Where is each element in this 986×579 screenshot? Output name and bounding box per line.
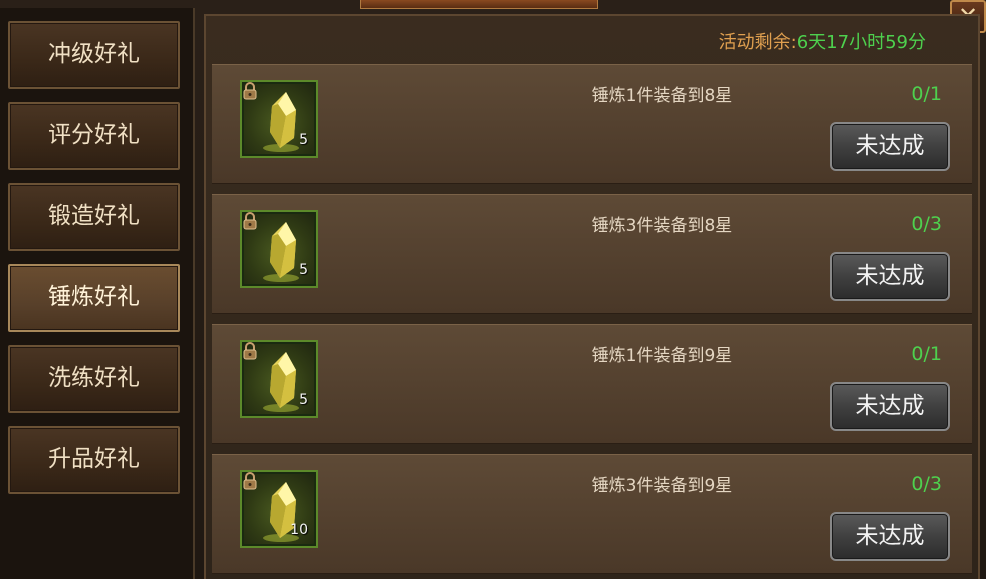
task-title: 锤炼3件装备到9星 [591, 476, 733, 496]
task-title: 锤炼1件装备到9星 [591, 346, 733, 366]
task-row: 5 锤炼1件装备到9星 0/1 未达成 [212, 324, 972, 444]
tab-forge-gift[interactable]: 锻造好礼 [8, 183, 180, 251]
task-title: 锤炼1件装备到8星 [591, 86, 733, 106]
task-progress: 0/1 [911, 343, 942, 365]
reward-count: 5 [299, 392, 308, 408]
activity-timer: 活动剩余:6天17小时59分 [719, 28, 926, 54]
tab-level-gift[interactable]: 冲级好礼 [8, 21, 180, 89]
status-button[interactable]: 未达成 [830, 512, 950, 561]
task-progress: 0/1 [911, 83, 942, 105]
panel-frame: ✕ 冲级好礼 评分好礼 锻造好礼 锤炼好礼 洗练好礼 升品好礼 活动剩余:6天1… [0, 0, 986, 579]
sidebar: 冲级好礼 评分好礼 锻造好礼 锤炼好礼 洗练好礼 升品好礼 [0, 8, 195, 579]
lock-icon [243, 342, 257, 360]
reward-slot[interactable]: 5 [240, 80, 318, 158]
tab-score-gift[interactable]: 评分好礼 [8, 102, 180, 170]
timer-label: 活动剩余: [718, 32, 797, 53]
reward-count: 5 [299, 132, 308, 148]
task-progress: 0/3 [911, 213, 942, 235]
reward-slot[interactable]: 5 [240, 210, 318, 288]
lock-icon [243, 82, 257, 100]
reward-count: 10 [290, 522, 308, 538]
task-row: 10 锤炼3件装备到9星 0/3 未达成 [212, 454, 972, 574]
status-button[interactable]: 未达成 [830, 382, 950, 431]
tab-refine-gift[interactable]: 洗练好礼 [8, 345, 180, 413]
reward-slot[interactable]: 10 [240, 470, 318, 548]
status-button[interactable]: 未达成 [830, 122, 950, 171]
reward-count: 5 [299, 262, 308, 278]
task-row: 5 锤炼1件装备到8星 0/1 未达成 [212, 64, 972, 184]
lock-icon [243, 212, 257, 230]
reward-slot[interactable]: 5 [240, 340, 318, 418]
task-progress: 0/3 [911, 473, 942, 495]
top-ornament [360, 0, 598, 9]
timer-value: 6天17小时59分 [796, 32, 926, 53]
tab-temper-gift[interactable]: 锤炼好礼 [8, 264, 180, 332]
status-button[interactable]: 未达成 [830, 252, 950, 301]
task-title: 锤炼3件装备到8星 [591, 216, 733, 236]
lock-icon [243, 472, 257, 490]
tab-upgrade-gift[interactable]: 升品好礼 [8, 426, 180, 494]
task-row: 5 锤炼3件装备到8星 0/3 未达成 [212, 194, 972, 314]
